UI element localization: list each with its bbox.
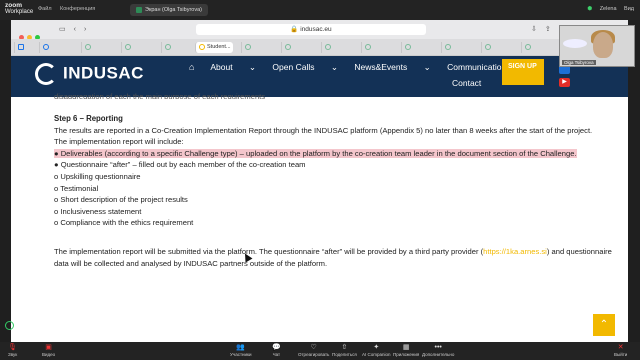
chat-button[interactable]: 💬 Чат	[272, 344, 281, 357]
share-icon	[136, 6, 142, 13]
clipped-text: disaggregation of each the main purpose …	[54, 92, 266, 99]
pinned-tab-zoom[interactable]	[39, 42, 49, 53]
heart-icon: ♡	[310, 344, 317, 351]
highlighted-bullet: ● Deliverables (according to a specific …	[54, 148, 577, 158]
zoom-brand: zoom Workplace	[5, 2, 34, 15]
video-button[interactable]: ▣ Видео	[42, 344, 55, 357]
tab[interactable]	[281, 42, 319, 53]
record-indicator-icon[interactable]	[5, 321, 14, 330]
more-icon: •••	[434, 344, 442, 351]
browser-nav[interactable]: ▭ ‹ ›	[59, 25, 94, 33]
nav-about[interactable]: About ⌄	[210, 62, 256, 72]
list-item: o Upskilling questionnaire	[54, 171, 141, 181]
paragraph: The results are reported in a Co-Creatio…	[54, 125, 593, 135]
back-icon[interactable]: ‹	[74, 26, 76, 33]
zoom-controls: 🎙 Звук ▣ Видео 👥 Участники 💬 Чат ♡ Отреагиров…	[0, 342, 640, 360]
top-right-status: ⬢ Zelena Вид	[581, 6, 634, 12]
sidebar-icon[interactable]: ▭	[59, 26, 66, 33]
participant-name: Olga Tsibyrova	[562, 60, 596, 65]
chat-icon: 💬	[272, 344, 281, 351]
external-link[interactable]: https://1ka.arnes.si	[483, 247, 547, 256]
tab[interactable]	[441, 42, 479, 53]
view-button[interactable]: Вид	[624, 6, 634, 12]
tab[interactable]	[361, 42, 399, 53]
tab[interactable]	[401, 42, 439, 53]
tab-strip: Student...	[11, 39, 628, 56]
nav-news-events[interactable]: News&Events ⌄	[354, 62, 430, 72]
share-page-icon[interactable]: ⇪	[545, 26, 551, 33]
paragraph: The implementation report will be submit…	[54, 246, 612, 268]
avatar	[593, 32, 613, 58]
audio-button[interactable]: 🎙 Звук	[8, 344, 17, 357]
screen-share-indicator[interactable]: Экран (Olga Tsibyrova)	[130, 4, 208, 16]
video-off-icon: ▣	[45, 344, 52, 351]
apps-icon: ▦	[402, 344, 410, 351]
bullet: ● Questionnaire “after” – filled out by …	[54, 160, 306, 170]
shield-icon: ⬢	[587, 6, 593, 12]
leave-icon: ✕	[617, 344, 624, 351]
people-icon: 👥	[236, 344, 246, 351]
tab[interactable]	[81, 42, 95, 53]
site-logo[interactable]: INDUSAC	[35, 63, 144, 85]
browser-window: ▭‹› 🔒 indusac.eu ⇩⇪+❐ Student... INDUSAC…	[11, 20, 628, 342]
nav-open-calls[interactable]: Open Calls ⌄	[272, 62, 338, 72]
react-button[interactable]: ♡ Отреагировать	[298, 344, 329, 357]
ai-companion-button[interactable]: ✦ AI Companion	[362, 344, 391, 357]
zoom-top-bar: zoom Workplace Файл Конференция Экран (Ol…	[0, 0, 640, 20]
download-icon[interactable]: ⇩	[531, 26, 537, 33]
address-bar[interactable]: 🔒 indusac.eu	[196, 24, 426, 35]
main-nav: ⌂ About ⌄ Open Calls ⌄ News&Events ⌄ Com…	[189, 62, 546, 73]
tab[interactable]	[321, 42, 359, 53]
logo-icon	[35, 63, 57, 85]
youtube-icon[interactable]: ▶	[559, 78, 570, 87]
tab-active[interactable]: Student...	[195, 42, 233, 53]
status-label: Zelena	[599, 6, 617, 12]
tab[interactable]	[161, 42, 175, 53]
article-content: disaggregation of each the main purpose …	[11, 92, 628, 342]
pinned-tab-trello[interactable]	[14, 42, 24, 53]
list-item: o Compliance with the ethics requirement	[54, 218, 194, 228]
menu-file[interactable]: Файл	[38, 6, 52, 12]
leave-button[interactable]: ✕ Выйти	[614, 344, 627, 357]
signup-button[interactable]: SIGN UP	[502, 59, 544, 85]
ai-icon: ✦	[373, 344, 380, 351]
tab[interactable]	[121, 42, 135, 53]
forward-icon[interactable]: ›	[84, 26, 86, 33]
share-button[interactable]: ⇧ Поделиться	[332, 344, 357, 357]
apps-button[interactable]: ▦ Приложения	[393, 344, 419, 357]
participants-button[interactable]: 👥 Участники	[230, 344, 252, 357]
tab[interactable]	[241, 42, 279, 53]
menu-conference[interactable]: Конференция	[60, 6, 95, 12]
scroll-to-top-button[interactable]: ⌃	[593, 314, 615, 336]
browser-toolbar: ▭‹› 🔒 indusac.eu ⇩⇪+❐	[11, 20, 628, 40]
background-logo	[563, 39, 587, 48]
tab[interactable]	[521, 42, 559, 53]
more-button[interactable]: ••• Дополнительно	[422, 344, 454, 357]
paragraph: The implementation report will include:	[54, 137, 184, 147]
section-heading: Step 6 – Reporting	[54, 114, 123, 123]
home-icon[interactable]: ⌂	[189, 62, 194, 72]
list-item: o Inclusiveness statement	[54, 206, 142, 216]
list-item: o Testimonial	[54, 183, 99, 193]
nav-contact[interactable]: Contact	[452, 78, 481, 88]
participant-video[interactable]: Olga Tsibyrova	[559, 25, 635, 67]
tab[interactable]	[481, 42, 519, 53]
mic-muted-icon: 🎙	[8, 344, 18, 351]
share-screen-icon: ⇧	[341, 344, 348, 351]
list-item: o Short description of the project resul…	[54, 195, 188, 205]
